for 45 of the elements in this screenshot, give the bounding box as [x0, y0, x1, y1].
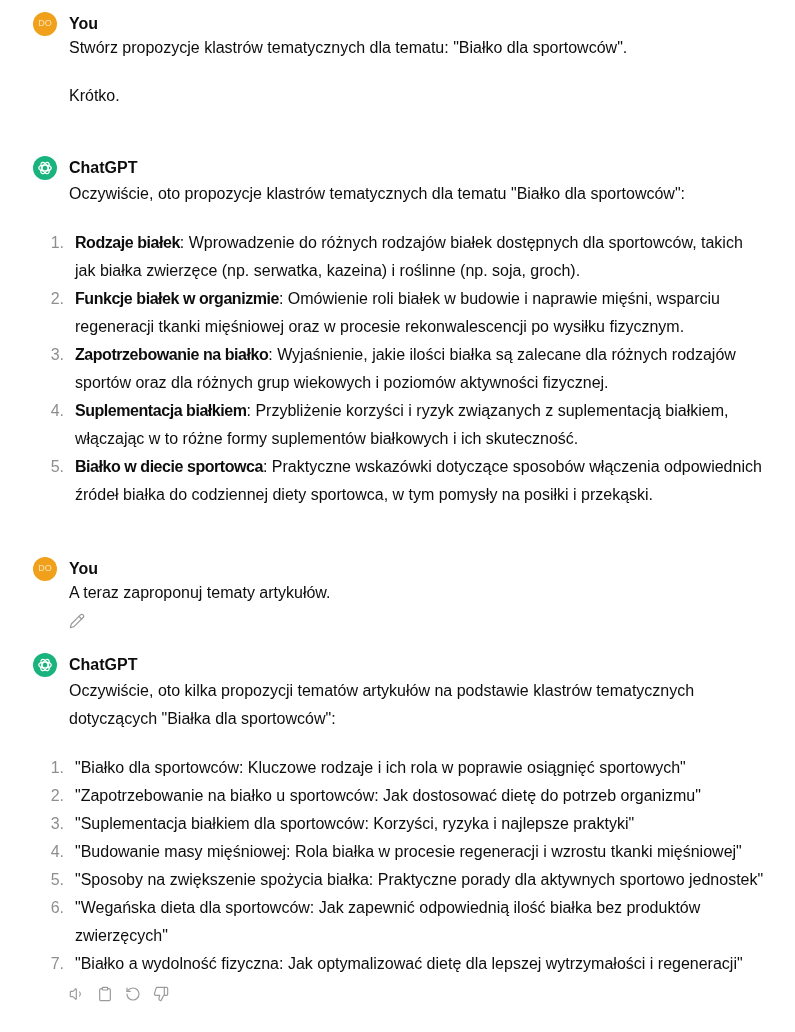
dislike-button[interactable] [153, 986, 169, 1002]
list-item-text: "Zapotrzebowanie na białko u sportowców: Jak dostosować dietę do potrzeb organizmu" [75, 786, 701, 806]
list-number: 6. [49, 898, 64, 918]
list-item-text: Suplementacja białkiem: Przybliżenie korzyści i ryzyk związanych z suplementacją białkiem, włączając w to różne formy suplementów białkowych i ich skuteczność. [75, 401, 730, 449]
list-number: 3. [49, 345, 64, 365]
list-number: 1. [49, 233, 64, 253]
list-number: 2. [49, 289, 64, 309]
list-item-text: "Suplementacja białkiem dla sportowców: Korzyści, ryzyka i najlepsze praktyki" [75, 814, 635, 834]
clipboard-icon [97, 986, 113, 1002]
list-item-text: Zapotrzebowanie na białko: Wyjaśnienie, jakie ilości białka są zalecane dla różnych rodzajów sportów oraz dla różnych grup wiekowych i poziomów aktywności fizycznej. [75, 345, 737, 393]
circular-arrow-icon [125, 986, 141, 1002]
message-text: Krótko. [69, 86, 121, 106]
author-name: ChatGPT [69, 158, 138, 178]
thumbs-down-icon [153, 986, 169, 1002]
list-item-text: Rodzaje białek: Wprowadzenie do różnych rodzajów białek dostępnych dla sportowców, takich jak białka zwierzęce (np. serwatka, kazeina) i roślinne (np. soja, groch). [75, 233, 744, 281]
list-item-text: "Budowanie masy mięśniowej: Rola białka w procesie regeneracji i wzrostu tkanki mięśniowej" [75, 842, 742, 862]
message-text: Oczywiście, oto kilka propozycji tematów artykułów na podstawie klastrów tematycznych dotyczących "Białka dla sportowców": [69, 681, 696, 729]
list-number: 3. [49, 814, 64, 834]
list-item-text: "Wegańska dieta dla sportowców: Jak zapewnić odpowiednią ilość białka bez produktów zwierzęcych" [75, 898, 702, 946]
copy-button[interactable] [97, 986, 113, 1002]
message-text: Oczywiście, oto propozycje klastrów tematycznych dla tematu "Białko dla sportowców": [69, 184, 687, 204]
list-item-text: "Białko dla sportowców: Kluczowe rodzaje i ich rola w poprawie osiągnięć sportowych" [75, 758, 686, 778]
knot-logo-icon [33, 653, 57, 677]
author-name: ChatGPT [69, 655, 138, 675]
list-number: 5. [49, 870, 64, 890]
list-item-text: "Białko a wydolność fizyczna: Jak optymalizować dietę dla lepszej wytrzymałości i regeneracji" [75, 954, 743, 974]
initials-avatar: DO [33, 557, 57, 581]
list-item-text: "Sposoby na zwiększenie spożycia białka: Praktyczne porady dla aktywnych sportowo jednostek" [75, 870, 764, 890]
list-item-text: Białko w diecie sportowca: Praktyczne wskazówki dotyczące sposobów włączenia odpowiednich źródeł białka do codziennej diety sportowca, w tym pomysły na posiłki i przekąski. [75, 457, 763, 505]
list-number: 7. [49, 954, 64, 974]
list-number: 2. [49, 786, 64, 806]
list-number: 5. [49, 457, 64, 477]
list-number: 4. [49, 401, 64, 421]
message-text: A teraz zaproponuj tematy artykułów. [69, 583, 332, 603]
pencil-icon [69, 613, 85, 629]
author-name: You [69, 559, 99, 579]
list-number: 4. [49, 842, 64, 862]
list-item-text: Funkcje białek w organizmie: Omówienie roli białek w budowie i naprawie mięśni, wsparciu regeneracji tkanki mięśniowej oraz w procesie rekonwalescencji po wysiłku fizycznym. [75, 289, 721, 337]
author-name: You [69, 14, 99, 34]
list-number: 1. [49, 758, 64, 778]
initials-avatar: DO [33, 12, 57, 36]
knot-logo-icon [33, 156, 57, 180]
message-text: Stwórz propozycje klastrów tematycznych dla tematu: "Białko dla sportowców". [69, 38, 629, 58]
edit-button[interactable] [69, 613, 85, 629]
regenerate-button[interactable] [125, 986, 141, 1002]
